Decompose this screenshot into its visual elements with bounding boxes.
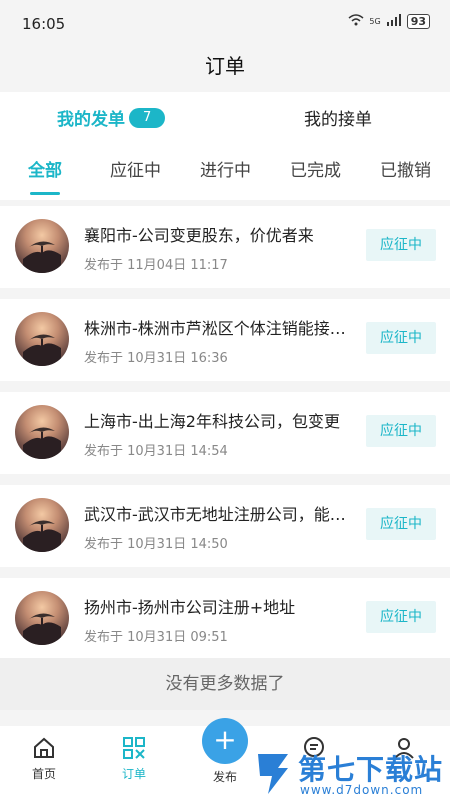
nav-home-label: 首页	[31, 767, 56, 781]
order-list: 襄阳市-公司变更股东，价优者来 发布于 11月04日 11:17 应征中 株洲市…	[0, 206, 450, 671]
order-card[interactable]: 株洲市-株洲市芦淞区个体注销能接… 发布于 10月31日 16:36 应征中	[0, 299, 450, 381]
nav-home[interactable]: 首页	[14, 736, 74, 782]
tab-my-posted-orders[interactable]: 我的发单 7	[57, 105, 166, 130]
status-icons: 5G 93	[348, 14, 430, 29]
status-badge: 应征中	[366, 601, 436, 633]
avatar	[15, 498, 69, 552]
publish-button[interactable]: +	[202, 718, 248, 764]
my-posted-label: 我的发单	[57, 110, 125, 130]
order-card[interactable]: 上海市-出上海2年科技公司，包变更 发布于 10月31日 14:54 应征中	[0, 392, 450, 474]
order-time: 发布于 10月31日 14:54	[84, 444, 228, 459]
battery-icon: 93	[406, 14, 430, 29]
order-title: 武汉市-武汉市无地址注册公司，能…	[84, 505, 346, 524]
active-tab-indicator	[30, 192, 60, 195]
tab-recruiting[interactable]: 应征中	[110, 156, 161, 181]
list-end-message: 没有更多数据了	[0, 658, 450, 710]
order-title: 株洲市-株洲市芦淞区个体注销能接…	[84, 319, 346, 338]
watermark-url: www.d7down.com	[300, 783, 424, 797]
order-card[interactable]: 扬州市-扬州市公司注册+地址 发布于 10月31日 09:51 应征中	[0, 578, 450, 660]
watermark: 第七下载站 www.d7down.com	[254, 748, 450, 800]
avatar	[15, 312, 69, 366]
watermark-logo-icon	[254, 750, 294, 800]
order-time: 发布于 11月04日 11:17	[84, 258, 228, 273]
home-icon	[14, 736, 74, 763]
order-card[interactable]: 武汉市-武汉市无地址注册公司，能… 发布于 10月31日 14:50 应征中	[0, 485, 450, 567]
order-time: 发布于 10月31日 09:51	[84, 630, 228, 645]
tab-all[interactable]: 全部	[28, 156, 62, 181]
order-title: 襄阳市-公司变更股东，价优者来	[84, 226, 314, 245]
signal-icon	[386, 14, 402, 29]
status-badge: 应征中	[366, 508, 436, 540]
status-bar: 16:05 5G 93	[0, 0, 450, 48]
order-time: 发布于 10月31日 16:36	[84, 351, 228, 366]
tab-in-progress[interactable]: 进行中	[200, 156, 251, 181]
order-title: 扬州市-扬州市公司注册+地址	[84, 598, 296, 617]
tab-completed[interactable]: 已完成	[290, 156, 341, 181]
avatar	[15, 405, 69, 459]
status-tabs: 全部 应征中 进行中 已完成 已撤销	[0, 142, 450, 200]
order-card[interactable]: 襄阳市-公司变更股东，价优者来 发布于 11月04日 11:17 应征中	[0, 206, 450, 288]
posted-count-badge: 7	[129, 107, 166, 128]
status-badge: 应征中	[366, 322, 436, 354]
avatar	[15, 591, 69, 645]
order-title: 上海市-出上海2年科技公司，包变更	[84, 412, 340, 431]
network-label: 5G	[369, 17, 381, 26]
page-title: 订单	[205, 54, 245, 78]
order-type-switch: 我的发单 7 我的接单	[0, 92, 450, 142]
nav-publish-label: 发布	[212, 770, 237, 784]
orders-grid-icon	[104, 736, 164, 763]
nav-orders[interactable]: 订单	[104, 736, 164, 782]
avatar	[15, 219, 69, 273]
title-bar: 订单	[0, 48, 450, 92]
status-time: 16:05	[22, 15, 66, 33]
watermark-name: 第七下载站	[298, 753, 444, 786]
status-badge: 应征中	[366, 415, 436, 447]
order-time: 发布于 10月31日 14:50	[84, 537, 228, 552]
wifi-icon	[348, 14, 364, 29]
status-badge: 应征中	[366, 229, 436, 261]
tab-my-taken-orders[interactable]: 我的接单	[304, 105, 372, 130]
tab-cancelled[interactable]: 已撤销	[380, 156, 431, 181]
nav-orders-label: 订单	[121, 767, 146, 781]
